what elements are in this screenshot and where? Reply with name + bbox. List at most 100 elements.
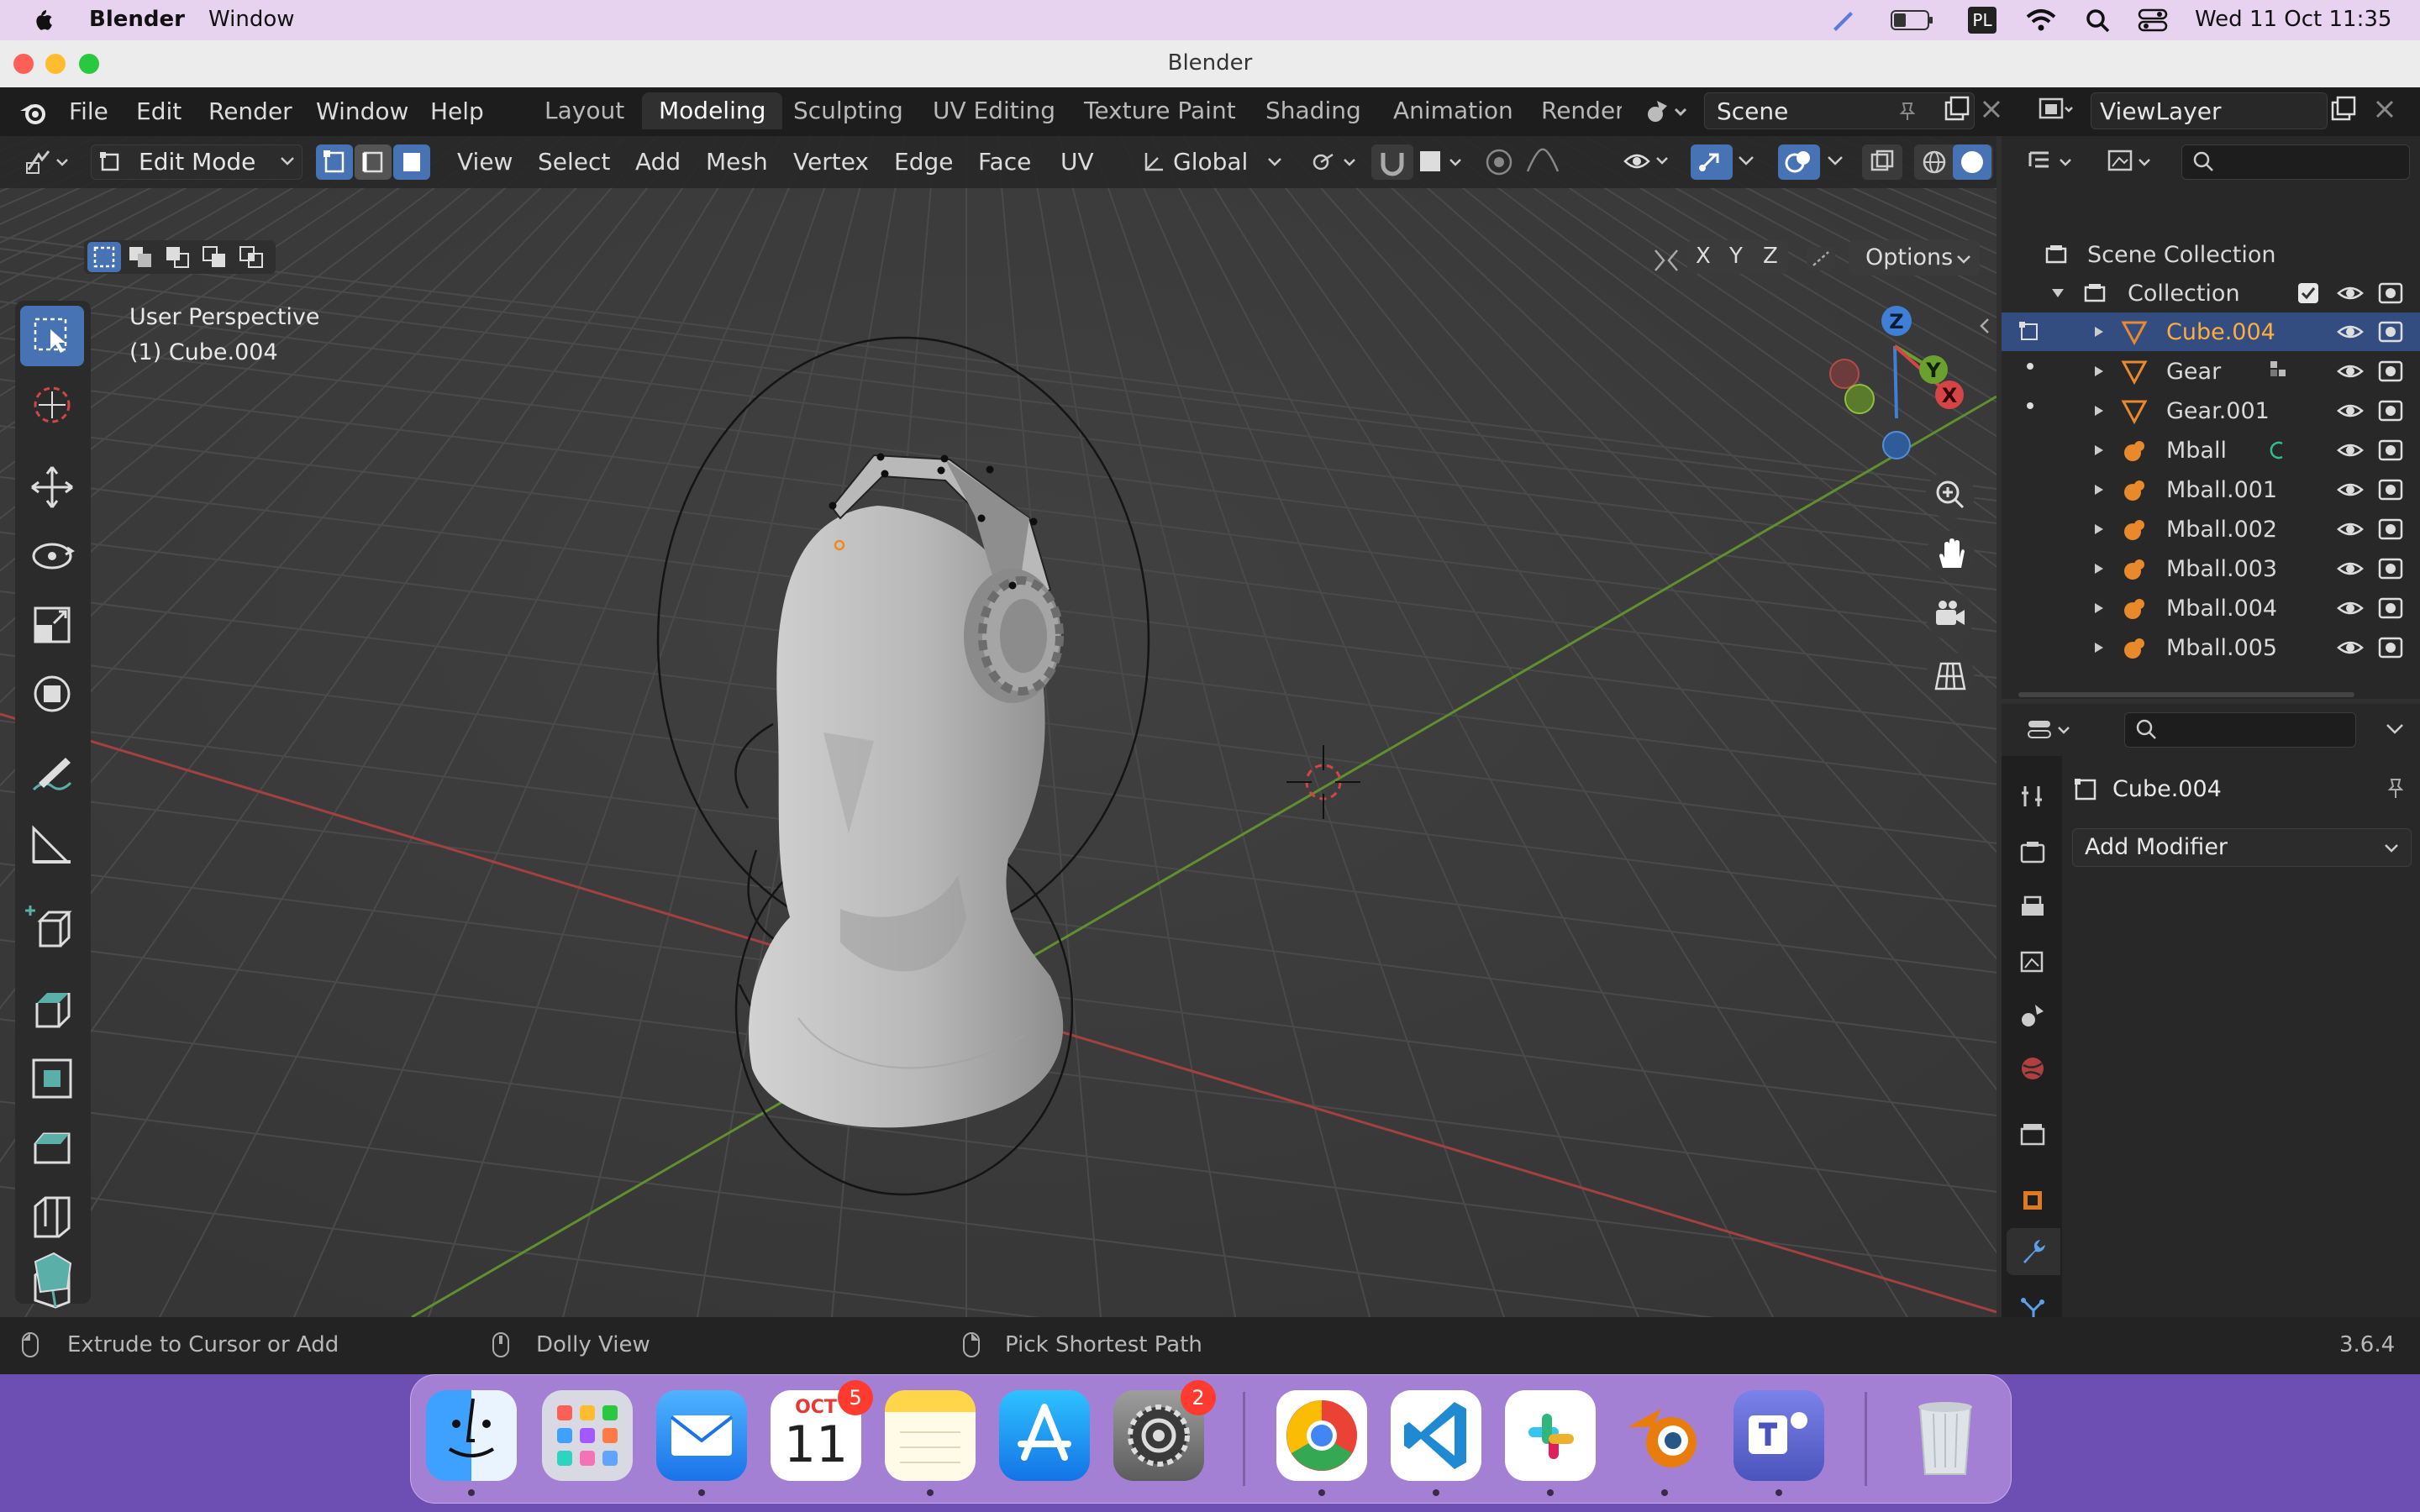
outliner-item[interactable]: Mball.005 (2002, 628, 2420, 667)
camera-view-button[interactable] (1926, 591, 1975, 640)
vertex-select-button[interactable] (316, 144, 353, 180)
select-invert-icon[interactable] (198, 242, 232, 272)
expand-arrow-icon[interactable] (2092, 365, 2106, 378)
gizmo-neg-x[interactable] (1829, 359, 1860, 389)
annotate-tool[interactable] (20, 746, 84, 806)
delete-view-layer-icon[interactable] (2373, 97, 2396, 121)
xray-toggle[interactable] (1862, 144, 1902, 180)
scene-name-field[interactable]: Scene (1704, 92, 1975, 129)
inset-faces-tool[interactable] (20, 1048, 84, 1109)
visibility-eye-icon[interactable] (2336, 556, 2365, 581)
spotlight-search-icon[interactable] (2086, 8, 2111, 34)
outliner-editor-type-icon[interactable] (2027, 148, 2079, 176)
visibility-eye-icon[interactable] (2336, 359, 2365, 384)
output-properties-icon[interactable] (2017, 892, 2049, 922)
trash-icon[interactable] (1900, 1390, 1991, 1481)
vscode-icon[interactable] (1391, 1390, 1481, 1481)
visibility-eye-icon[interactable] (2336, 596, 2365, 621)
poly-build-tool[interactable] (20, 1245, 84, 1302)
visibility-eye-icon[interactable] (2336, 398, 2365, 423)
menu-window-blender[interactable]: Window (316, 97, 408, 125)
render-camera-icon[interactable] (2376, 594, 2405, 621)
tool-settings-icon[interactable] (2017, 781, 2049, 811)
expand-arrow-icon[interactable] (2092, 601, 2106, 615)
menu-help[interactable]: Help (430, 97, 484, 125)
chevron-down-icon[interactable] (2385, 722, 2405, 736)
edit-mode-dot[interactable] (2027, 402, 2033, 409)
launchpad-icon[interactable] (542, 1390, 633, 1481)
teams-icon[interactable] (1733, 1390, 1824, 1481)
move-tool[interactable] (20, 457, 84, 517)
menu-file[interactable]: File (69, 97, 108, 125)
tab-modeling[interactable]: Modeling (642, 92, 783, 129)
menu-face[interactable]: Face (978, 148, 1031, 176)
render-camera-icon[interactable] (2376, 436, 2405, 463)
menu-vertex[interactable]: Vertex (793, 148, 869, 176)
properties-search-input[interactable] (2124, 712, 2356, 748)
render-camera-icon[interactable] (2376, 475, 2405, 502)
menu-render[interactable]: Render (208, 97, 292, 125)
pan-view-button[interactable] (1926, 531, 1975, 580)
collection-properties-icon[interactable] (2017, 1119, 2049, 1149)
menu-add[interactable]: Add (635, 148, 681, 176)
measure-tool[interactable] (20, 815, 84, 875)
select-subtract-icon[interactable] (161, 242, 195, 272)
select-intersect-icon[interactable] (235, 242, 269, 272)
visibility-eye-icon[interactable] (2336, 319, 2365, 344)
properties-editor-type-icon[interactable] (2025, 716, 2077, 744)
editor-type-icon[interactable] (24, 148, 74, 176)
world-properties-icon[interactable] (2017, 1053, 2049, 1084)
chevron-down-icon[interactable] (1827, 155, 1845, 168)
tab-animation[interactable]: Animation (1376, 92, 1530, 129)
select-box-tool[interactable] (20, 306, 84, 366)
mode-selector[interactable]: Edit Mode (91, 144, 302, 180)
face-select-button[interactable] (393, 144, 430, 180)
outliner-scrollbar[interactable] (2018, 692, 2354, 697)
expand-arrow-icon[interactable] (2092, 404, 2106, 417)
select-extend-icon[interactable] (124, 242, 158, 272)
chrome-icon[interactable] (1276, 1390, 1367, 1481)
outliner-scene-collection[interactable]: Scene Collection (2002, 235, 2420, 274)
outliner-item[interactable]: Mball.002 (2002, 510, 2420, 549)
loop-cut-tool[interactable] (20, 1186, 84, 1247)
display-mode-icon[interactable] (2106, 148, 2158, 176)
snap-target-icon[interactable] (1417, 146, 1474, 178)
menu-mesh[interactable]: Mesh (706, 148, 768, 176)
tab-sculpting[interactable]: Sculpting (776, 92, 920, 129)
add-cube-tool[interactable] (20, 897, 84, 958)
extrude-region-tool[interactable] (20, 978, 84, 1038)
menu-edit[interactable]: Edit (136, 97, 182, 125)
add-modifier-dropdown[interactable]: Add Modifier (2072, 828, 2412, 867)
solid-shading-button[interactable] (1953, 144, 1991, 180)
mirror-x-toggle[interactable]: X (1696, 244, 1711, 269)
outliner-item[interactable]: Mball (2002, 431, 2420, 470)
blender-logo-icon[interactable] (17, 97, 49, 126)
shading-mode-group[interactable] (1914, 144, 1993, 180)
pivot-point-icon[interactable] (1307, 146, 1365, 178)
gizmo-neg-y[interactable] (1844, 384, 1875, 414)
expand-arrow-icon[interactable] (2092, 522, 2106, 536)
outliner-item[interactable]: Mball.004 (2002, 589, 2420, 627)
pen-icon[interactable] (1830, 8, 1855, 32)
select-new-button[interactable] (87, 242, 121, 272)
slack-icon[interactable] (1505, 1390, 1596, 1481)
outliner-item[interactable]: Mball.001 (2002, 470, 2420, 509)
system-settings-icon[interactable]: 2 (1113, 1380, 1216, 1481)
scene-properties-icon[interactable] (2017, 1000, 2049, 1030)
visibility-eye-icon[interactable] (2336, 281, 2365, 306)
snap-toggle[interactable] (1371, 144, 1413, 180)
sidebar-toggle-icon[interactable] (1978, 316, 1991, 336)
scale-tool[interactable] (20, 595, 84, 655)
menu-view[interactable]: View (457, 148, 513, 176)
gizmo-neg-z[interactable] (1882, 431, 1911, 459)
menubar-clock[interactable]: Wed 11 Oct 11:35 (2195, 7, 2391, 32)
visibility-eye-icon[interactable] (2336, 635, 2365, 660)
app-menu-blender[interactable]: Blender (89, 7, 185, 32)
pin-icon[interactable] (2383, 776, 2408, 801)
outliner-collection[interactable]: Collection (2002, 274, 2420, 312)
wifi-icon[interactable] (2025, 8, 2057, 32)
expand-arrow-icon[interactable] (2092, 641, 2106, 654)
view-layer-field[interactable]: ViewLayer (2091, 92, 2328, 129)
render-camera-icon[interactable] (2376, 633, 2405, 660)
tab-rendering[interactable]: Renderi (1524, 92, 1622, 129)
